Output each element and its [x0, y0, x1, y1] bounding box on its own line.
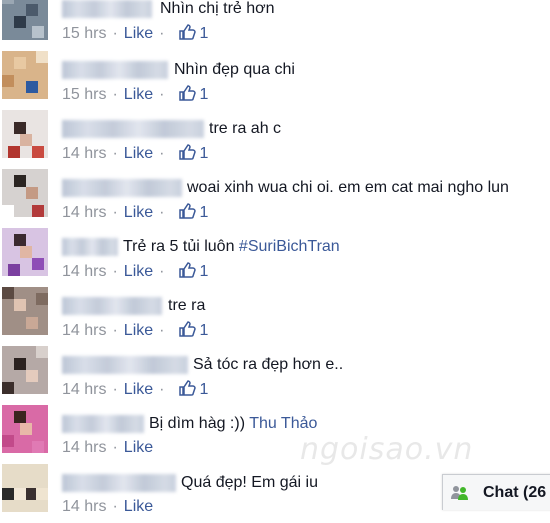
commenter-name-blurred[interactable]	[62, 0, 152, 18]
like-link[interactable]: Like	[124, 204, 153, 221]
comment-meta: 15 hrs · Like · 1	[62, 85, 209, 103]
timestamp[interactable]: 14 hrs	[62, 498, 106, 515]
comment-meta: 14 hrs · Like · 1	[62, 144, 209, 162]
like-link[interactable]: Like	[124, 381, 153, 398]
commenter-name-blurred[interactable]	[62, 179, 182, 197]
like-count[interactable]: 1	[199, 381, 208, 398]
comment-text: Trẻ ra 5 tủi luôn #SuriBichTran	[123, 238, 340, 255]
timestamp[interactable]: 14 hrs	[62, 145, 106, 162]
timestamp[interactable]: 14 hrs	[62, 322, 106, 339]
chat-people-icon	[451, 486, 468, 500]
like-link[interactable]: Like	[124, 263, 153, 280]
comment-meta: 14 hrs · Like	[62, 498, 154, 515]
commenter-name-blurred[interactable]	[62, 415, 144, 433]
timestamp[interactable]: 14 hrs	[62, 263, 106, 280]
like-link[interactable]: Like	[124, 25, 153, 42]
comment-meta: 14 hrs · Like	[62, 439, 154, 456]
thumbs-up-icon	[179, 380, 197, 396]
comment-text: Nhìn chị trẻ hơn	[160, 0, 275, 17]
comment-text: Sả tóc ra đẹp hơn e..	[193, 356, 344, 373]
comment-meta: 14 hrs · Like · 1	[62, 380, 209, 398]
comment-text: Quá đẹp! Em gái iu	[181, 474, 318, 491]
hashtag-link[interactable]: #SuriBichTran	[239, 238, 340, 255]
commenter-name-blurred[interactable]	[62, 356, 188, 374]
timestamp[interactable]: 15 hrs	[62, 86, 106, 103]
commenter-name-blurred[interactable]	[62, 120, 204, 138]
thumbs-up-icon	[179, 85, 197, 101]
chat-label: Chat (26	[483, 484, 547, 501]
comment-text: woai xinh wua chi oi. em em cat mai ngho…	[187, 179, 509, 196]
like-count[interactable]: 1	[199, 25, 208, 42]
like-link[interactable]: Like	[124, 86, 153, 103]
avatar[interactable]	[2, 287, 48, 335]
commenter-name-blurred[interactable]	[62, 474, 176, 492]
thumbs-up-icon	[179, 24, 197, 40]
like-link[interactable]: Like	[124, 322, 153, 339]
comment-item: Sả tóc ra đẹp hơn e.. 14 hrs · Like · 1	[0, 346, 550, 405]
chat-tab[interactable]: Chat (26	[442, 474, 550, 510]
timestamp[interactable]: 14 hrs	[62, 204, 106, 221]
avatar[interactable]	[2, 169, 48, 217]
comment-text: tre ra	[168, 297, 206, 314]
timestamp[interactable]: 14 hrs	[62, 439, 106, 456]
comment-text: tre ra ah c	[209, 120, 282, 137]
comment-item: woai xinh wua chi oi. em em cat mai ngho…	[0, 169, 550, 228]
like-count[interactable]: 1	[199, 322, 208, 339]
timestamp[interactable]: 14 hrs	[62, 381, 106, 398]
comment-meta: 14 hrs · Like · 1	[62, 203, 209, 221]
avatar[interactable]	[2, 346, 48, 394]
tagged-user-link[interactable]: Thu Thảo	[249, 415, 317, 432]
commenter-name-blurred[interactable]	[62, 238, 118, 256]
comment-item: tre ra 14 hrs · Like · 1	[0, 287, 550, 346]
watermark: ngoisao.vn	[300, 432, 474, 467]
like-link[interactable]: Like	[124, 498, 153, 515]
comment-text: Nhìn đẹp qua chi	[174, 61, 295, 78]
avatar[interactable]	[2, 51, 48, 99]
comment-item: tre ra ah c 14 hrs · Like · 1	[0, 110, 550, 169]
like-link[interactable]: Like	[124, 439, 153, 456]
comment-item: Nhìn chị trẻ hơn 15 hrs · Like · 1	[0, 0, 550, 51]
thumbs-up-icon	[179, 262, 197, 278]
avatar[interactable]	[2, 0, 48, 40]
avatar[interactable]	[2, 405, 48, 453]
avatar[interactable]	[2, 110, 48, 158]
avatar[interactable]	[2, 464, 48, 512]
comment-meta: 14 hrs · Like · 1	[62, 321, 209, 339]
like-count[interactable]: 1	[199, 204, 208, 221]
commenter-name-blurred[interactable]	[62, 297, 162, 315]
commenter-name-blurred[interactable]	[62, 61, 168, 79]
like-link[interactable]: Like	[124, 145, 153, 162]
comment-meta: 15 hrs · Like · 1	[62, 24, 209, 42]
avatar[interactable]	[2, 228, 48, 276]
like-count[interactable]: 1	[199, 86, 208, 103]
comment-text: Bị dìm hàg :)) Thu Thảo	[149, 415, 318, 432]
like-count[interactable]: 1	[199, 145, 208, 162]
thumbs-up-icon	[179, 144, 197, 160]
like-count[interactable]: 1	[199, 263, 208, 280]
comment-item: Trẻ ra 5 tủi luôn #SuriBichTran 14 hrs · L…	[0, 228, 550, 287]
comment-item: Nhìn đẹp qua chi 15 hrs · Like · 1	[0, 51, 550, 110]
timestamp[interactable]: 15 hrs	[62, 25, 106, 42]
thumbs-up-icon	[179, 203, 197, 219]
thumbs-up-icon	[179, 321, 197, 337]
comment-meta: 14 hrs · Like · 1	[62, 262, 209, 280]
